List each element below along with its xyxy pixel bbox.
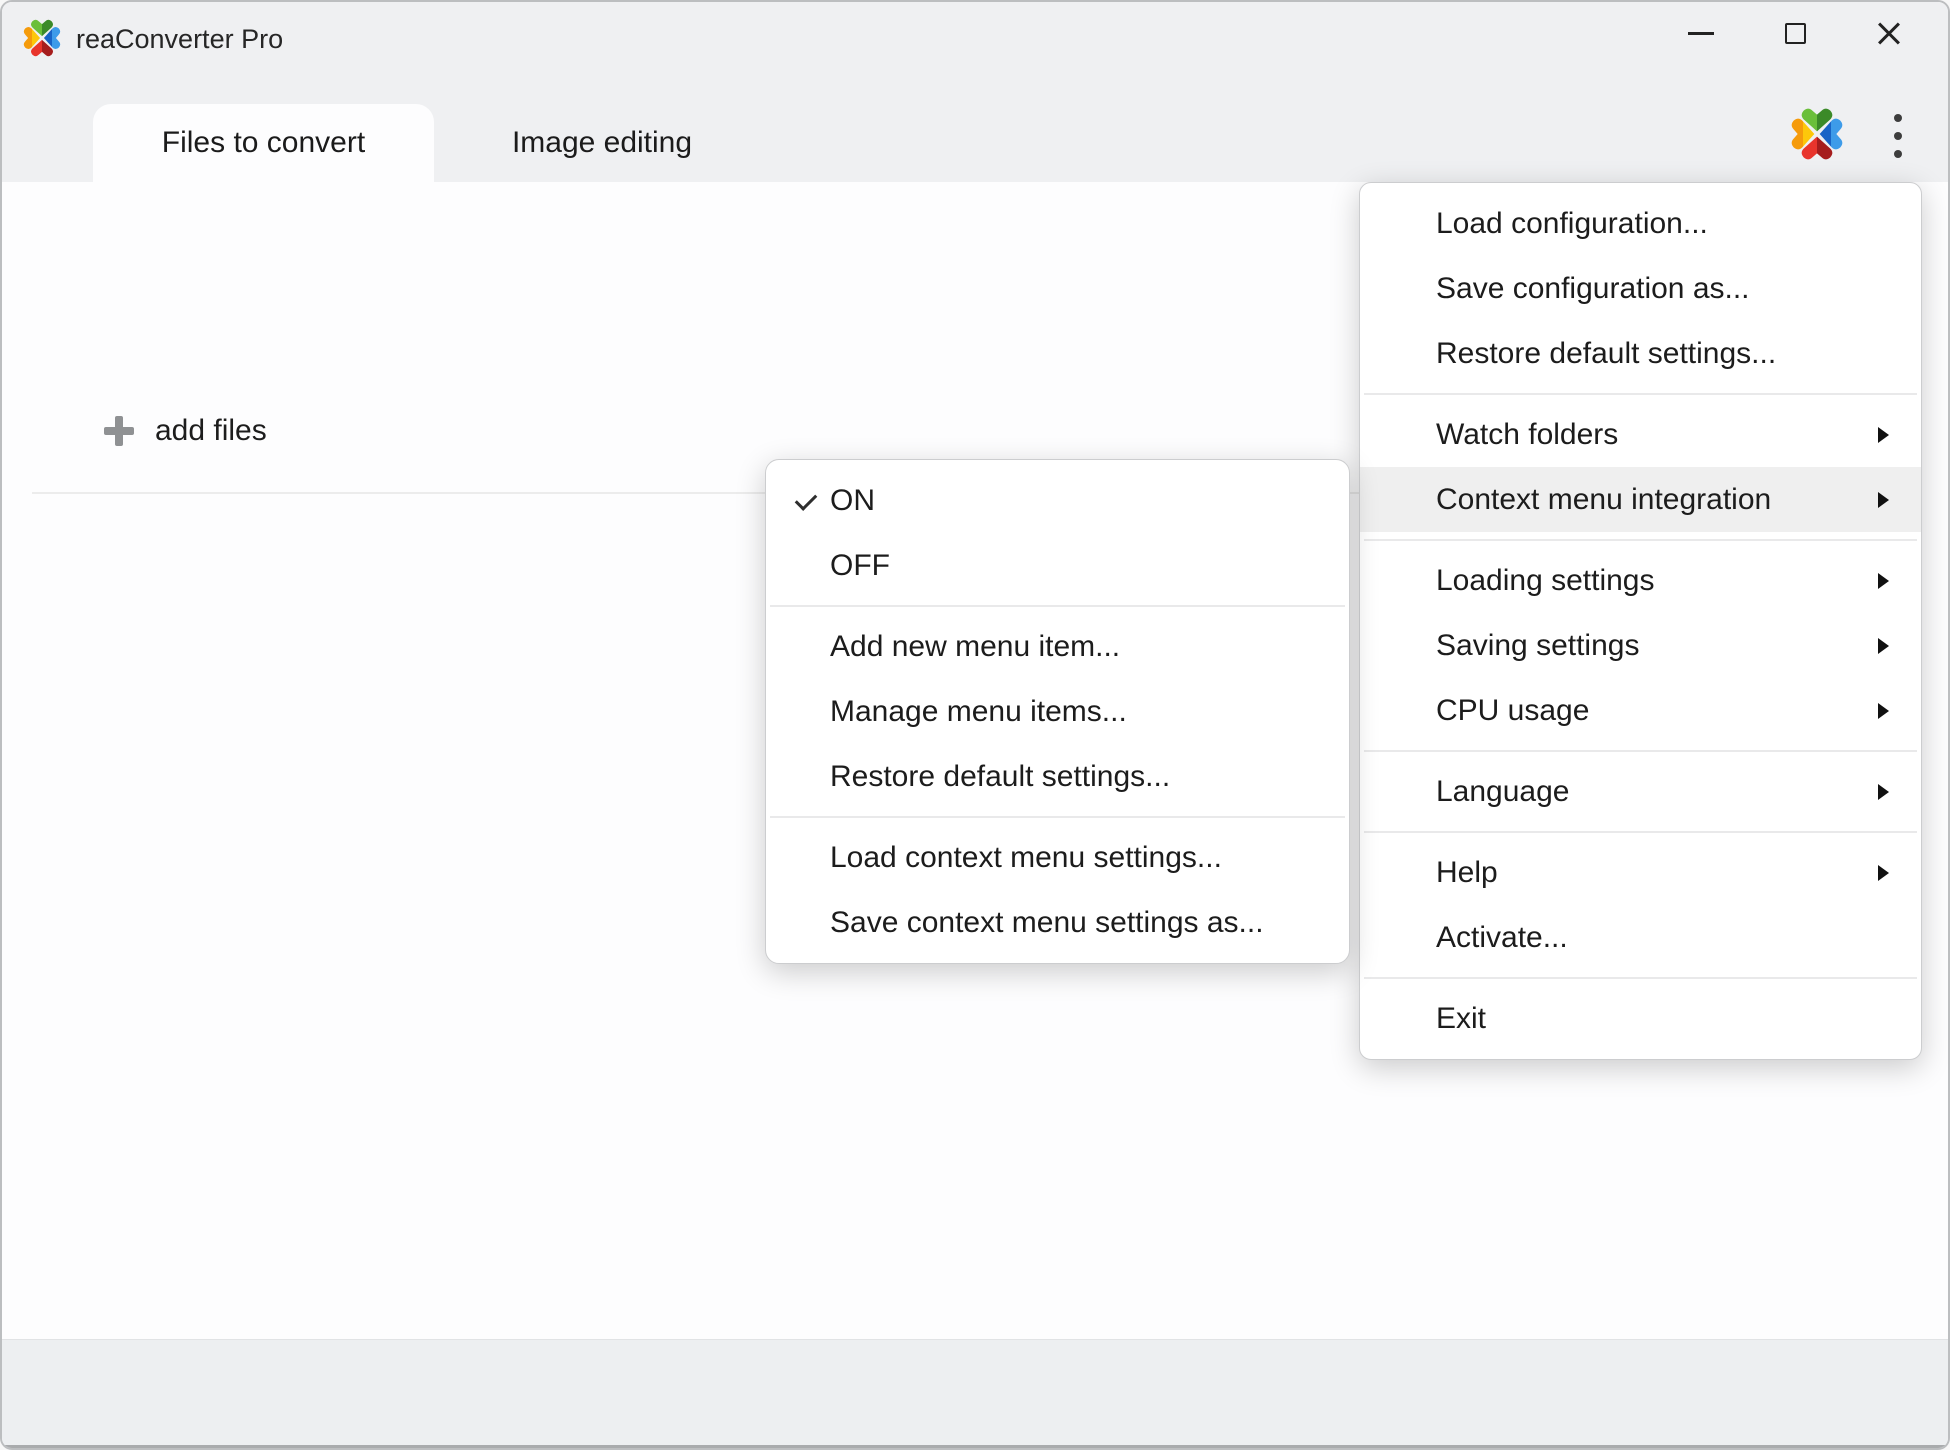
submenu-item-manage-menu-items[interactable]: Manage menu items...: [766, 679, 1349, 744]
close-button[interactable]: [1872, 16, 1906, 50]
menu-item-saving-settings[interactable]: Saving settings: [1360, 613, 1921, 678]
submenu-arrow-icon: [1878, 784, 1889, 800]
bottom-bar: Save as JPG to Same as source folder Con…: [2, 1339, 1948, 1445]
tab-image-editing[interactable]: Image editing: [457, 104, 747, 182]
plus-icon: [104, 416, 134, 446]
submenu-item-load-context-menu-settings[interactable]: Load context menu settings...: [766, 825, 1349, 890]
menu-item-activate[interactable]: Activate...: [1360, 905, 1921, 970]
menu-separator: [1360, 743, 1921, 759]
context-menu-integration-submenu: ON OFF Add new menu item... Manage menu …: [765, 459, 1350, 964]
tab-files-to-convert[interactable]: Files to convert: [93, 104, 434, 182]
checkmark-icon: [795, 488, 818, 511]
menu-separator: [1360, 532, 1921, 548]
submenu-arrow-icon: [1878, 573, 1889, 589]
maximize-icon: [1785, 23, 1806, 44]
submenu-item-on[interactable]: ON: [766, 468, 1349, 533]
overflow-menu-button[interactable]: [1886, 114, 1910, 158]
menu-separator: [1360, 386, 1921, 402]
submenu-item-restore-default-settings[interactable]: Restore default settings...: [766, 744, 1349, 809]
submenu-arrow-icon: [1878, 703, 1889, 719]
menu-separator: [766, 598, 1349, 614]
menu-item-context-menu-integration[interactable]: Context menu integration: [1360, 467, 1921, 532]
menu-separator: [1360, 824, 1921, 840]
menu-item-cpu-usage[interactable]: CPU usage: [1360, 678, 1921, 743]
window-title: reaConverter Pro: [76, 24, 283, 55]
window-controls: [1684, 2, 1906, 64]
menu-separator: [1360, 970, 1921, 986]
menu-item-save-configuration-as[interactable]: Save configuration as...: [1360, 256, 1921, 321]
submenu-arrow-icon: [1878, 427, 1889, 443]
submenu-arrow-icon: [1878, 638, 1889, 654]
menu-item-language[interactable]: Language: [1360, 759, 1921, 824]
window-bottom-edge: [2, 1445, 1948, 1450]
app-window: reaConverter Pro Files to convert Image …: [0, 0, 1950, 1450]
add-files-label: add files: [155, 414, 267, 448]
menu-item-load-configuration[interactable]: Load configuration...: [1360, 191, 1921, 256]
minimize-icon: [1688, 32, 1714, 35]
close-icon: [1876, 20, 1902, 46]
main-menu: Load configuration... Save configuration…: [1359, 182, 1922, 1060]
submenu-arrow-icon: [1878, 492, 1889, 508]
menu-item-watch-folders[interactable]: Watch folders: [1360, 402, 1921, 467]
submenu-item-save-context-menu-settings-as[interactable]: Save context menu settings as...: [766, 890, 1349, 955]
app-logo-icon: [19, 15, 65, 61]
menu-item-loading-settings[interactable]: Loading settings: [1360, 548, 1921, 613]
brand-logo-menu-icon[interactable]: [1785, 102, 1849, 166]
submenu-arrow-icon: [1878, 865, 1889, 881]
menu-separator: [766, 809, 1349, 825]
menu-item-exit[interactable]: Exit: [1360, 986, 1921, 1051]
maximize-button[interactable]: [1778, 16, 1812, 50]
menu-item-restore-default-settings[interactable]: Restore default settings...: [1360, 321, 1921, 386]
submenu-item-off[interactable]: OFF: [766, 533, 1349, 598]
minimize-button[interactable]: [1684, 16, 1718, 50]
menu-item-help[interactable]: Help: [1360, 840, 1921, 905]
header: reaConverter Pro Files to convert Image …: [2, 2, 1948, 182]
submenu-item-add-new-menu-item[interactable]: Add new menu item...: [766, 614, 1349, 679]
